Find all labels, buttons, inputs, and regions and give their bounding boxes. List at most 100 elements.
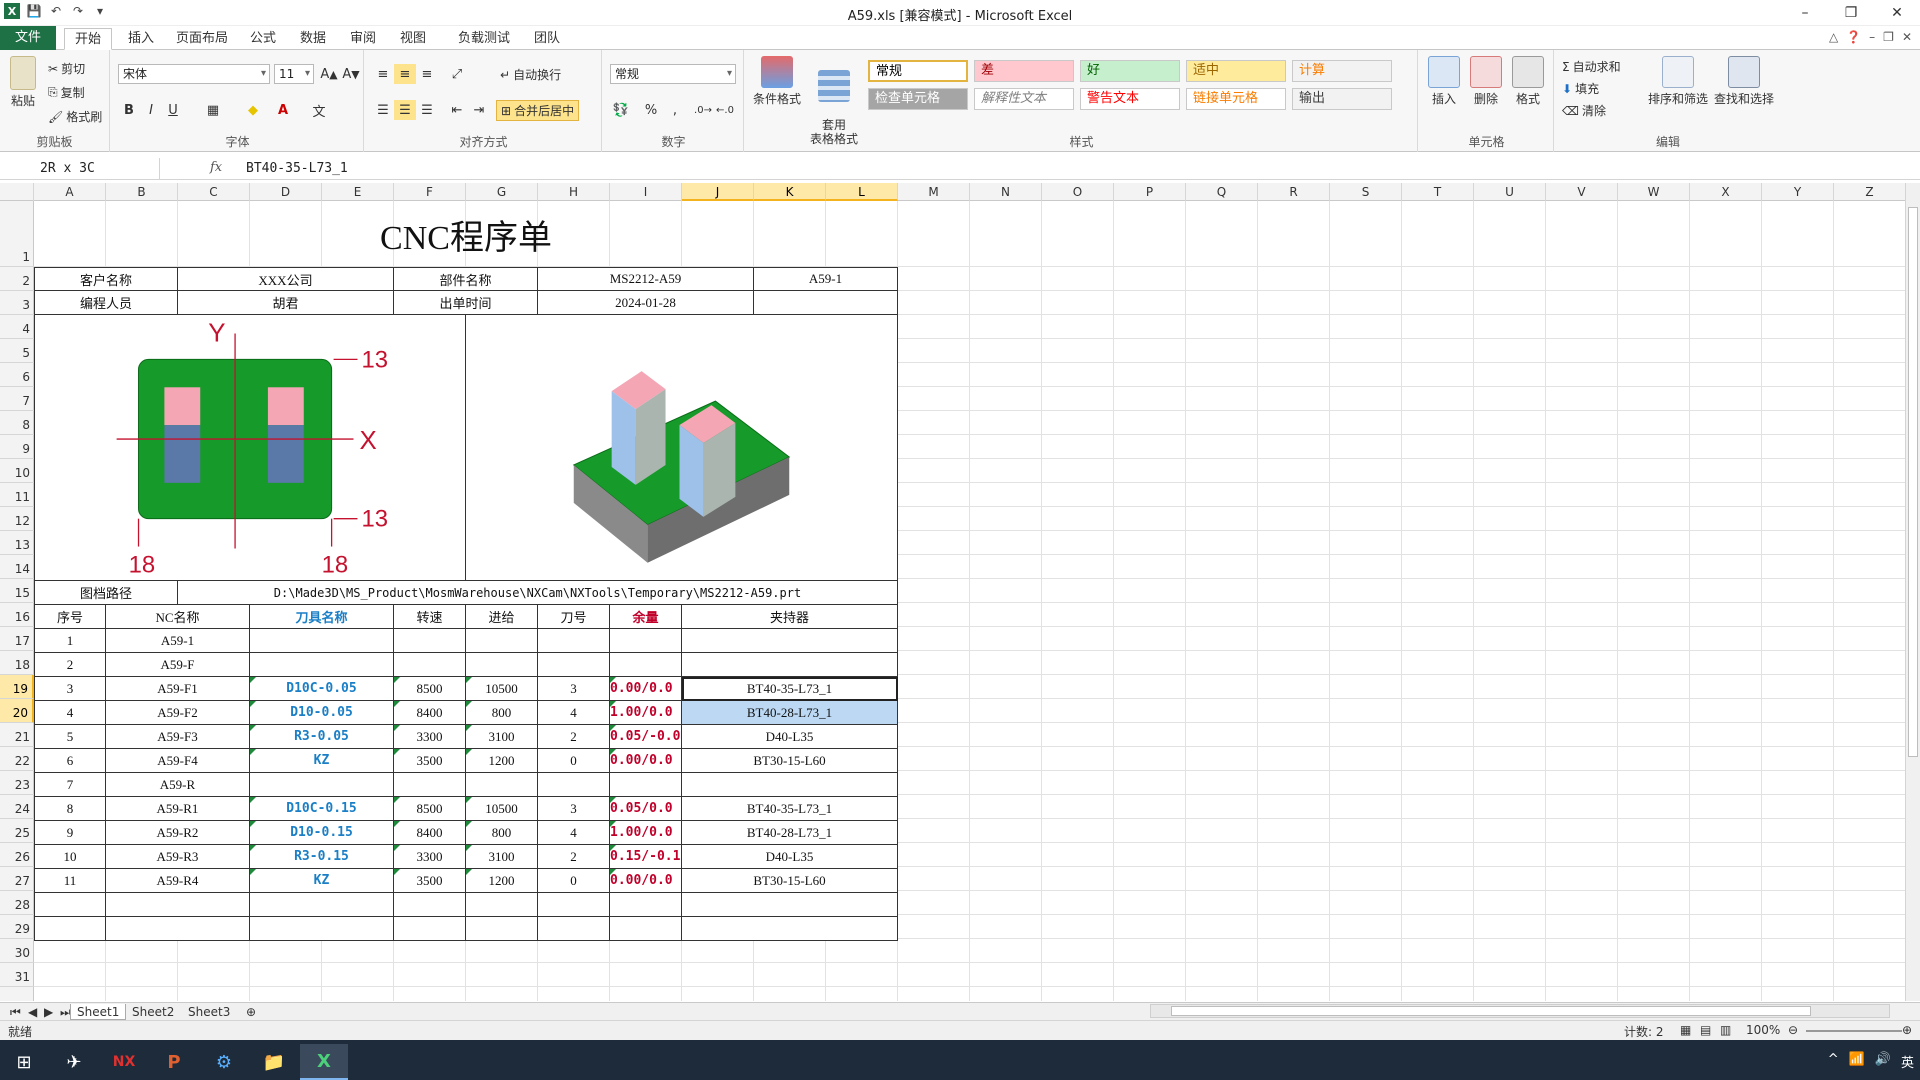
table-cell-seq[interactable]: 2 [34, 653, 106, 677]
zoom-slider[interactable] [1806, 1030, 1902, 1032]
table-cell-holder[interactable]: BT40-28-L73_1 [682, 821, 898, 845]
table-cell-holder[interactable]: BT30-15-L60 [682, 749, 898, 773]
table-cell-allowance[interactable]: 1.00/0.0 [610, 821, 682, 845]
customer-label[interactable]: 客户名称 [34, 267, 178, 291]
autosum-button[interactable]: Σ 自动求和 [1562, 58, 1621, 75]
row-header-25[interactable]: 25 [0, 819, 34, 843]
table-cell-seq[interactable]: 5 [34, 725, 106, 749]
table-cell-speed[interactable] [394, 917, 466, 941]
table-cell-holder[interactable] [682, 893, 898, 917]
table-cell-nc-name[interactable]: A59-F1 [106, 677, 250, 701]
restore-button[interactable]: ❐ [1828, 0, 1874, 26]
window-close-icon[interactable]: ✕ [1902, 30, 1912, 44]
formula-input[interactable]: BT40-35-L73_1 [246, 158, 348, 180]
column-header-i[interactable]: I [610, 183, 682, 201]
cell-style-4[interactable]: 计算 [1292, 60, 1392, 82]
table-cell-tool-name[interactable] [250, 653, 394, 677]
wrap-text-button[interactable]: ↵ 自动换行 [500, 66, 561, 83]
table-cell-seq[interactable] [34, 893, 106, 917]
sheet-tab-3[interactable]: Sheet3 [182, 1004, 236, 1020]
tab-team[interactable]: 团队 [524, 28, 570, 50]
row-header-17[interactable]: 17 [0, 627, 34, 651]
table-cell-seq[interactable]: 1 [34, 629, 106, 653]
table-cell-tool-name[interactable] [250, 893, 394, 917]
column-header-o[interactable]: O [1042, 183, 1114, 201]
percent-button[interactable]: % [640, 100, 662, 120]
app-icon[interactable]: ⚙ [200, 1044, 248, 1080]
excel-taskbar-icon[interactable]: X [300, 1044, 348, 1080]
font-size-select[interactable]: 11 [274, 64, 314, 84]
table-cell-feed[interactable] [466, 773, 538, 797]
table-cell-nc-name[interactable]: A59-F4 [106, 749, 250, 773]
table-cell-tool-no[interactable]: 3 [538, 797, 610, 821]
row-header-8[interactable]: 8 [0, 411, 34, 435]
table-cell-tool-name[interactable]: R3-0.05 [250, 725, 394, 749]
fill-color-button[interactable]: ◆ [242, 100, 264, 120]
column-header-k[interactable]: K [754, 183, 826, 201]
path-label[interactable]: 图档路径 [34, 581, 178, 605]
part-code[interactable]: A59-1 [754, 267, 898, 291]
table-cell-tool-name[interactable]: D10C-0.05 [250, 677, 394, 701]
input-language[interactable]: 英 [1901, 1052, 1914, 1071]
table-cell-tool-no[interactable]: 3 [538, 677, 610, 701]
table-cell-feed[interactable]: 1200 [466, 749, 538, 773]
table-cell-speed[interactable]: 3500 [394, 749, 466, 773]
tab-load-test[interactable]: 负载测试 [448, 28, 520, 50]
table-cell-tool-no[interactable] [538, 773, 610, 797]
tab-home[interactable]: 开始 [64, 28, 113, 50]
row-header-5[interactable]: 5 [0, 339, 34, 363]
table-cell-nc-name[interactable]: A59-R2 [106, 821, 250, 845]
table-cell-seq[interactable] [34, 917, 106, 941]
tab-file[interactable]: 文件 [0, 26, 56, 50]
table-cell-tool-name[interactable]: KZ [250, 869, 394, 893]
cell-style-7[interactable]: 警告文本 [1080, 88, 1180, 110]
row-header-1[interactable]: 1 [0, 201, 34, 267]
column-header-q[interactable]: Q [1186, 183, 1258, 201]
row-header-21[interactable]: 21 [0, 723, 34, 747]
table-cell-feed[interactable]: 1200 [466, 869, 538, 893]
table-cell-speed[interactable] [394, 629, 466, 653]
cell-style-0[interactable]: 常规 [868, 60, 968, 82]
programmer-value[interactable]: 胡君 [178, 291, 394, 315]
horizontal-scrollbar[interactable] [1150, 1004, 1890, 1018]
row-header-4[interactable]: 4 [0, 315, 34, 339]
align-middle-button[interactable]: ≡ [394, 64, 416, 84]
horizontal-scroll-thumb[interactable] [1171, 1006, 1811, 1016]
table-cell-tool-no[interactable] [538, 893, 610, 917]
conditional-format-button[interactable]: 条件格式 [752, 56, 802, 107]
insert-sheet-icon[interactable]: ⊕ [240, 1004, 262, 1020]
align-center-button[interactable]: ☰ [394, 100, 416, 120]
table-cell-feed[interactable] [466, 917, 538, 941]
table-cell-speed[interactable] [394, 773, 466, 797]
table-cell-nc-name[interactable] [106, 917, 250, 941]
table-cell-seq[interactable]: 6 [34, 749, 106, 773]
cell-style-1[interactable]: 差 [974, 60, 1074, 82]
sheet-title[interactable]: CNC程序单 [34, 201, 898, 267]
customer-value[interactable]: XXX公司 [178, 267, 394, 291]
table-cell-seq[interactable]: 3 [34, 677, 106, 701]
table-cell-holder[interactable] [682, 629, 898, 653]
column-header-e[interactable]: E [322, 183, 394, 201]
column-header-f[interactable]: F [394, 183, 466, 201]
column-header-a[interactable]: A [34, 183, 106, 201]
row-header-30[interactable]: 30 [0, 939, 34, 963]
table-cell-tool-name[interactable]: KZ [250, 749, 394, 773]
view-page-layout-icon[interactable]: ▤ [1700, 1023, 1711, 1037]
table-cell-nc-name[interactable]: A59-R [106, 773, 250, 797]
table-cell-speed[interactable]: 8500 [394, 797, 466, 821]
table-cell-allowance[interactable] [610, 917, 682, 941]
sheet-tab-1[interactable]: Sheet1 [70, 1004, 127, 1020]
column-header-n[interactable]: N [970, 183, 1042, 201]
cell-style-3[interactable]: 适中 [1186, 60, 1286, 82]
select-all-corner[interactable] [0, 183, 34, 201]
font-color-button[interactable]: A [272, 100, 294, 120]
table-cell-seq[interactable]: 7 [34, 773, 106, 797]
column-header-w[interactable]: W [1618, 183, 1690, 201]
table-header-holder[interactable]: 夹持器 [682, 605, 898, 629]
table-cell-allowance[interactable]: 0.00/0.0 [610, 749, 682, 773]
close-button[interactable]: ✕ [1874, 0, 1920, 26]
bold-button[interactable]: B [118, 100, 140, 120]
table-cell-allowance[interactable] [610, 629, 682, 653]
row-header-14[interactable]: 14 [0, 555, 34, 579]
table-cell-feed[interactable]: 800 [466, 821, 538, 845]
